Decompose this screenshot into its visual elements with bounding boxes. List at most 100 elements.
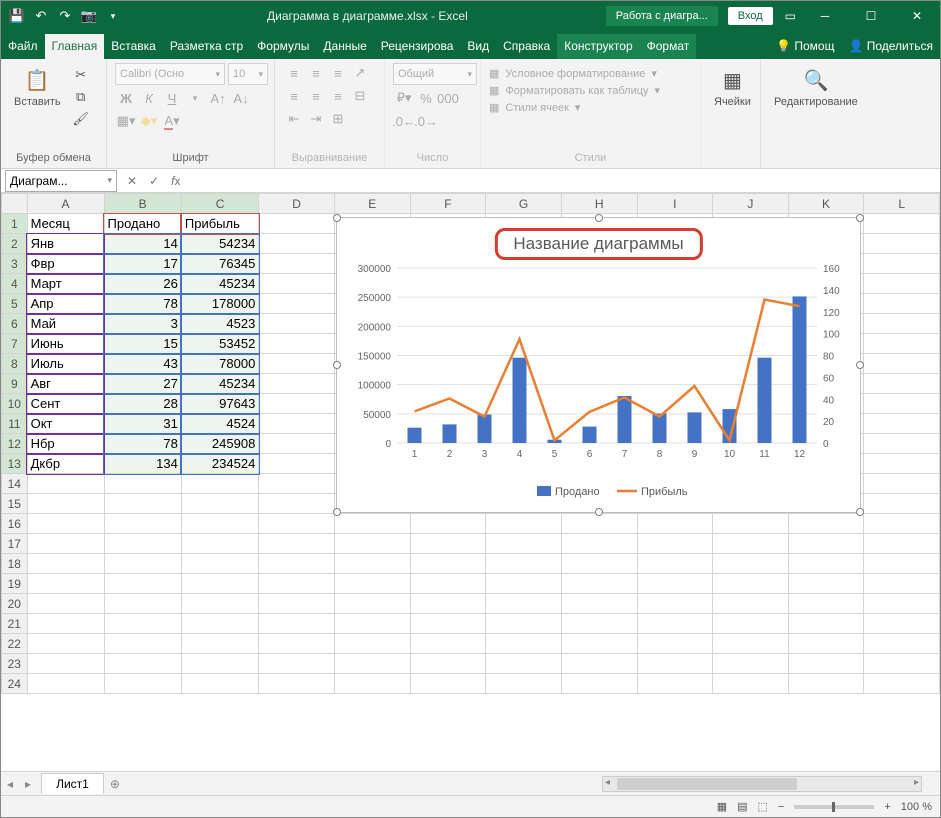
cell[interactable]: 28: [104, 394, 181, 414]
cell[interactable]: [637, 574, 713, 594]
cell[interactable]: [181, 494, 258, 514]
row-header[interactable]: 1: [2, 214, 28, 234]
sheet-tab[interactable]: Лист1: [41, 773, 104, 794]
cell[interactable]: [259, 534, 335, 554]
cell[interactable]: [410, 654, 486, 674]
cell[interactable]: [713, 514, 789, 534]
cell[interactable]: [486, 594, 562, 614]
chart-plot[interactable]: 0500001000001500002000002500003000000204…: [337, 218, 862, 514]
cell[interactable]: [788, 654, 864, 674]
cell[interactable]: [334, 594, 410, 614]
row-header[interactable]: 19: [2, 574, 28, 594]
cell[interactable]: [788, 554, 864, 574]
cell[interactable]: [713, 594, 789, 614]
col-header[interactable]: L: [864, 194, 940, 214]
tab-конструктор[interactable]: Конструктор: [557, 34, 639, 59]
shrink-font-button[interactable]: A↓: [230, 88, 252, 108]
col-header[interactable]: D: [259, 194, 335, 214]
cell[interactable]: [864, 394, 940, 414]
col-header[interactable]: K: [788, 194, 864, 214]
cell[interactable]: [334, 654, 410, 674]
cell[interactable]: 245908: [181, 434, 258, 454]
undo-icon[interactable]: ↶: [33, 8, 49, 24]
cell[interactable]: 4523: [181, 314, 258, 334]
tab-вставка[interactable]: Вставка: [104, 34, 163, 59]
cell[interactable]: [864, 254, 940, 274]
cell[interactable]: [864, 454, 940, 474]
cell[interactable]: [259, 654, 335, 674]
cell[interactable]: [259, 634, 335, 654]
row-header[interactable]: 7: [2, 334, 28, 354]
row-header[interactable]: 23: [2, 654, 28, 674]
cell[interactable]: [864, 234, 940, 254]
tab-формат[interactable]: Формат: [640, 34, 697, 59]
cell[interactable]: 78000: [181, 354, 258, 374]
tab-разметка стр[interactable]: Разметка стр: [163, 34, 250, 59]
cell[interactable]: [104, 534, 181, 554]
row-header[interactable]: 22: [2, 634, 28, 654]
cell[interactable]: [864, 634, 940, 654]
view-pagelayout-icon[interactable]: ▤: [737, 800, 747, 813]
cell[interactable]: [259, 294, 335, 314]
cell[interactable]: [561, 674, 637, 694]
font-color-button[interactable]: A▾: [161, 111, 183, 131]
cell[interactable]: 27: [104, 374, 181, 394]
signin-button[interactable]: Вход: [728, 7, 773, 25]
cell[interactable]: [864, 354, 940, 374]
col-header[interactable]: I: [637, 194, 713, 214]
cell[interactable]: [259, 394, 335, 414]
cell[interactable]: [259, 374, 335, 394]
ribbon-display-icon[interactable]: ▭: [785, 9, 796, 23]
cell[interactable]: [27, 514, 104, 534]
row-header[interactable]: 4: [2, 274, 28, 294]
sheet-nav-next[interactable]: ▸: [19, 777, 37, 791]
cell[interactable]: [713, 534, 789, 554]
cell[interactable]: [334, 574, 410, 594]
row-header[interactable]: 12: [2, 434, 28, 454]
cell[interactable]: [561, 654, 637, 674]
cell[interactable]: [104, 674, 181, 694]
cell[interactable]: 178000: [181, 294, 258, 314]
cell[interactable]: [334, 534, 410, 554]
cell[interactable]: [864, 654, 940, 674]
cell[interactable]: [181, 634, 258, 654]
worksheet-area[interactable]: ABCDEFGHIJKL 1МесяцПроданоПрибыль2Янв145…: [1, 193, 940, 749]
cell[interactable]: [259, 574, 335, 594]
cell[interactable]: [864, 294, 940, 314]
cell-styles[interactable]: Стили ячеек: [505, 102, 568, 114]
view-pagebreak-icon[interactable]: ⬚: [758, 800, 768, 813]
cell[interactable]: [864, 574, 940, 594]
cell[interactable]: 4524: [181, 414, 258, 434]
cell[interactable]: [259, 254, 335, 274]
cell[interactable]: [864, 314, 940, 334]
font-name-combo[interactable]: Calibri (Осно▾: [115, 63, 225, 85]
cell[interactable]: Дкбр: [27, 454, 104, 474]
cell[interactable]: Июнь: [27, 334, 104, 354]
cell[interactable]: [27, 574, 104, 594]
cell[interactable]: [104, 614, 181, 634]
format-as-table[interactable]: Форматировать как таблицу: [505, 85, 648, 97]
cell[interactable]: [181, 554, 258, 574]
enter-icon[interactable]: ✓: [143, 174, 165, 188]
qat-dropdown-icon[interactable]: ▾: [105, 8, 121, 24]
cell[interactable]: [104, 654, 181, 674]
cell[interactable]: [788, 614, 864, 634]
row-header[interactable]: 20: [2, 594, 28, 614]
cell[interactable]: [259, 494, 335, 514]
cell[interactable]: [637, 654, 713, 674]
cell[interactable]: 78: [104, 434, 181, 454]
cell[interactable]: [27, 474, 104, 494]
editing-button[interactable]: 🔍Редактирование: [769, 63, 863, 111]
cell[interactable]: [334, 514, 410, 534]
cell[interactable]: 43: [104, 354, 181, 374]
row-header[interactable]: 13: [2, 454, 28, 474]
cell[interactable]: [104, 474, 181, 494]
row-header[interactable]: 14: [2, 474, 28, 494]
row-header[interactable]: 18: [2, 554, 28, 574]
cell[interactable]: [410, 514, 486, 534]
cell[interactable]: [788, 574, 864, 594]
cell[interactable]: [27, 654, 104, 674]
cell[interactable]: [259, 274, 335, 294]
cell[interactable]: [181, 614, 258, 634]
tab-формулы[interactable]: Формулы: [250, 34, 316, 59]
